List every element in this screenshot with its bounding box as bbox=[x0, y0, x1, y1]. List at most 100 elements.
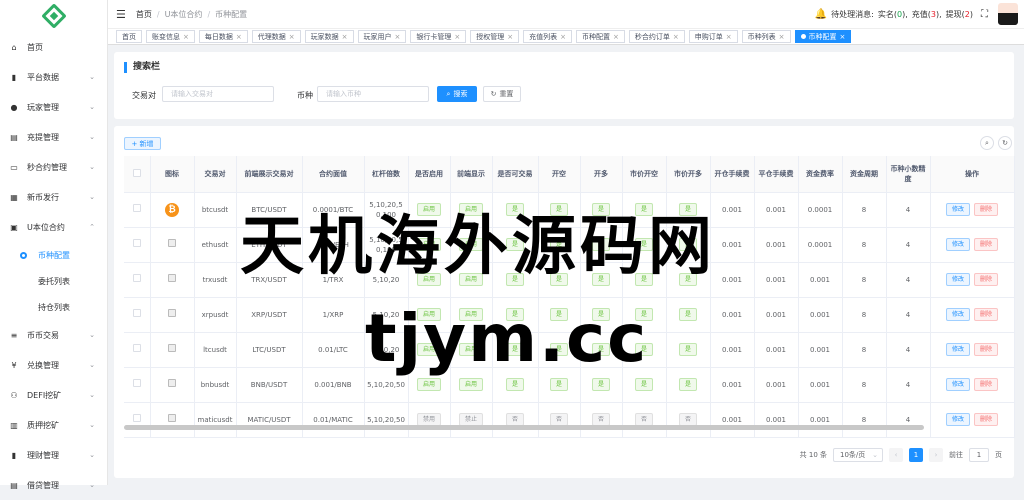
tab-tag[interactable]: 首页 bbox=[116, 30, 142, 43]
tab-tag[interactable]: 账变信息 × bbox=[146, 30, 195, 43]
edit-button[interactable]: 修改 bbox=[945, 273, 970, 286]
close-icon[interactable]: × bbox=[395, 33, 401, 41]
pending-kyc[interactable]: 实名(0), bbox=[878, 9, 908, 20]
row-checkbox[interactable] bbox=[132, 204, 141, 212]
table-row[interactable]: ₿ btcusdt BTC/USDT 0.0001/BTC 5,10,20,50,100… bbox=[124, 192, 1015, 228]
sidebar-subitem[interactable]: 币种配置 bbox=[0, 242, 107, 268]
table-row[interactable]: xrpusdt XRP/USDT 1/XRP 5,10,20 启用 启用 是 是 是 是 是 0.00… bbox=[124, 297, 1015, 333]
row-select-cell[interactable] bbox=[124, 227, 151, 263]
table-row[interactable]: ethusdt ETH/USDT 0.01/ETH 5,10,20,50,100 启用 启… bbox=[124, 227, 1015, 263]
pair-search-input[interactable]: 请输入交易对 bbox=[162, 86, 274, 102]
tab-tag[interactable]: 充值列表 × bbox=[523, 30, 572, 43]
sidebar-item[interactable]: ⌂ 首页 bbox=[0, 32, 107, 62]
sidebar-subitem[interactable]: 持仓列表 bbox=[0, 294, 107, 320]
sidebar-item[interactable]: ▭ 秒合约管理 ⌄ bbox=[0, 152, 107, 182]
table-row[interactable]: bnbusdt BNB/USDT 0.001/BNB 5,10,20,50 启用 启用 是 是… bbox=[124, 367, 1015, 403]
breadcrumb-home[interactable]: 首页 bbox=[136, 9, 152, 20]
delete-button[interactable]: 删除 bbox=[974, 273, 999, 286]
tab-tag[interactable]: 币种列表 × bbox=[741, 30, 791, 43]
reset-button[interactable]: ↻ 重置 bbox=[483, 86, 521, 102]
tab-tag[interactable]: 币种配置 × bbox=[576, 30, 625, 43]
tab-tag[interactable]: 玩家用户 × bbox=[357, 30, 407, 43]
close-icon[interactable]: × bbox=[236, 33, 242, 41]
edit-button[interactable]: 修改 bbox=[945, 413, 970, 426]
close-icon[interactable]: × bbox=[779, 33, 785, 41]
sidebar-subitem[interactable]: 委托列表 bbox=[0, 268, 107, 294]
close-icon[interactable]: × bbox=[613, 33, 619, 41]
delete-button[interactable]: 删除 bbox=[974, 413, 999, 426]
tab-tag[interactable]: 代理数据 × bbox=[251, 30, 301, 43]
close-icon[interactable]: × bbox=[289, 33, 295, 41]
sidebar-item[interactable]: ¥ 兑换管理 ⌄ bbox=[0, 350, 107, 380]
row-select-cell[interactable] bbox=[124, 262, 151, 298]
tab-tag[interactable]: 每日数据 × bbox=[198, 30, 248, 43]
avatar[interactable] bbox=[998, 3, 1018, 25]
edit-button[interactable]: 修改 bbox=[945, 343, 970, 356]
fullscreen-icon[interactable]: ⛶ bbox=[981, 9, 988, 20]
close-icon[interactable]: × bbox=[507, 33, 513, 41]
prev-page-button[interactable]: ‹ bbox=[889, 448, 903, 462]
close-icon[interactable]: × bbox=[342, 33, 348, 41]
table-row[interactable]: ltcusdt LTC/USDT 0.01/LTC 5,10,20 启用 启用是是是是是 0… bbox=[124, 332, 1015, 368]
close-icon[interactable]: × bbox=[840, 33, 846, 41]
delete-button[interactable]: 删除 bbox=[974, 238, 999, 251]
delete-button[interactable]: 删除 bbox=[974, 308, 999, 321]
tab-tag[interactable]: 授权管理 × bbox=[470, 30, 520, 43]
row-select-cell[interactable] bbox=[124, 367, 151, 403]
row-checkbox[interactable] bbox=[132, 239, 141, 247]
table-row[interactable]: trxusdt TRX/USDT 1/TRX 5,10,20 启用 启用 是 是 是 是 是 0.00… bbox=[124, 262, 1015, 298]
horizontal-scrollbar[interactable] bbox=[124, 425, 924, 430]
close-icon[interactable]: × bbox=[673, 33, 679, 41]
row-checkbox[interactable] bbox=[132, 414, 141, 422]
sidebar-item[interactable]: ≡ 币币交易 ⌄ bbox=[0, 320, 107, 350]
delete-button[interactable]: 删除 bbox=[974, 378, 999, 391]
sidebar-item[interactable]: ⚇ DEFI挖矿 ⌄ bbox=[0, 380, 107, 410]
sidebar-item[interactable]: ▦ 新币发行 ⌄ bbox=[0, 182, 107, 212]
delete-button[interactable]: 删除 bbox=[974, 343, 999, 356]
row-select-cell[interactable] bbox=[124, 332, 151, 368]
close-icon[interactable]: × bbox=[560, 33, 566, 41]
edit-button[interactable]: 修改 bbox=[945, 238, 970, 251]
sidebar-item[interactable]: ▮ 理财管理 ⌄ bbox=[0, 440, 107, 470]
tab-tag[interactable]: 玩家数据 × bbox=[304, 30, 354, 43]
close-icon[interactable]: × bbox=[183, 33, 189, 41]
coin-search-input[interactable]: 请输入币种 bbox=[317, 86, 429, 102]
tab-tag[interactable]: 申购订单 × bbox=[688, 30, 738, 43]
page-number-current[interactable]: 1 bbox=[909, 448, 923, 462]
select-all-header[interactable] bbox=[124, 156, 151, 193]
sidebar-item[interactable]: ▤ 充提管理 ⌄ bbox=[0, 122, 107, 152]
row-checkbox[interactable] bbox=[132, 274, 141, 282]
sidebar-item[interactable]: ▮ 平台数据 ⌄ bbox=[0, 62, 107, 92]
row-select-cell[interactable] bbox=[124, 402, 151, 438]
row-checkbox[interactable] bbox=[132, 309, 141, 317]
row-checkbox[interactable] bbox=[132, 379, 141, 387]
sidebar-item[interactable]: ▣ U本位合约 ⌃ bbox=[0, 212, 107, 242]
search-button[interactable]: ⌕ 搜索 bbox=[437, 86, 477, 102]
page-size-select[interactable]: 10条/页 ⌄ bbox=[833, 448, 883, 462]
pending-deposit[interactable]: 充值(3), bbox=[912, 9, 942, 20]
pending-withdraw[interactable]: 提现(2) bbox=[946, 9, 973, 20]
delete-button[interactable]: 删除 bbox=[974, 203, 999, 216]
sidebar-item[interactable]: ▥ 质押挖矿 ⌄ bbox=[0, 410, 107, 440]
refresh-icon[interactable]: ↻ bbox=[998, 136, 1012, 150]
edit-button[interactable]: 修改 bbox=[945, 308, 970, 321]
edit-button[interactable]: 修改 bbox=[945, 378, 970, 391]
row-checkbox[interactable] bbox=[132, 344, 141, 352]
row-select-cell[interactable] bbox=[124, 192, 151, 228]
sidebar-item[interactable]: ▤ 借贷管理 ⌄ bbox=[0, 470, 107, 500]
search-toggle-icon[interactable]: ⌕ bbox=[980, 136, 994, 150]
tab-tag[interactable]: 银行卡管理 × bbox=[410, 30, 467, 43]
edit-button[interactable]: 修改 bbox=[945, 203, 970, 216]
hamburger-icon[interactable]: ☰ bbox=[116, 8, 126, 21]
close-icon[interactable]: × bbox=[726, 33, 732, 41]
table-row[interactable]: maticusdt MATIC/USDT 0.01/MATIC 5,10,20,50 禁… bbox=[124, 402, 1015, 438]
row-select-cell[interactable] bbox=[124, 297, 151, 333]
select-all-checkbox[interactable] bbox=[132, 168, 141, 177]
add-button[interactable]: + 新增 bbox=[124, 137, 161, 150]
next-page-button[interactable]: › bbox=[929, 448, 943, 462]
page-jump-input[interactable]: 1 bbox=[969, 448, 989, 462]
bell-icon[interactable]: 🔔 bbox=[815, 9, 827, 20]
sidebar-item[interactable]: ● 玩家管理 ⌄ bbox=[0, 92, 107, 122]
tab-tag[interactable]: 秒合约订单 × bbox=[628, 30, 685, 43]
tab-tag[interactable]: 币种配置 × bbox=[794, 30, 852, 43]
